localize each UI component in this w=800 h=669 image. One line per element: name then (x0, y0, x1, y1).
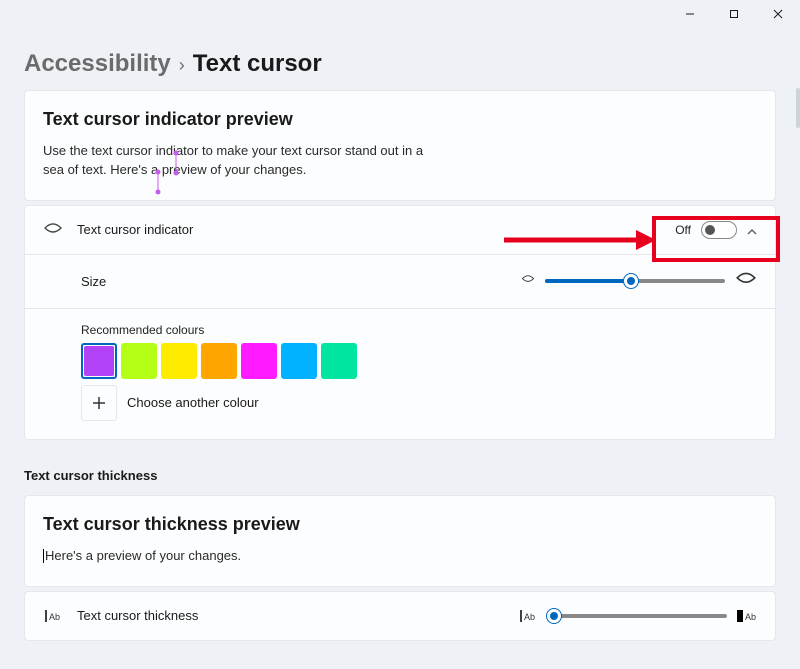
toggle-state-label: Off (675, 223, 691, 237)
cursor-indicator-row[interactable]: Text cursor indicator Off (25, 206, 775, 254)
colour-swatches (81, 343, 757, 379)
colour-swatch-yellow[interactable] (161, 343, 197, 379)
cursor-indicator-preview-card: Text cursor indicator preview Use the te… (24, 90, 776, 201)
minimize-button[interactable] (668, 0, 712, 28)
size-label: Size (81, 274, 507, 289)
colour-swatch-orange[interactable] (201, 343, 237, 379)
indicator-size-slider[interactable] (545, 279, 725, 283)
thickness-preview-text: Here's a preview of your changes. (43, 547, 443, 566)
window-controls (668, 0, 800, 28)
choose-colour-label: Choose another colour (127, 395, 259, 410)
thickness-slider[interactable] (547, 614, 727, 618)
cursor-indicator-shape-icon (43, 220, 63, 240)
cursor-indicator-label: Text cursor indicator (77, 222, 661, 237)
chevron-up-icon[interactable] (747, 225, 757, 235)
colour-swatch-blue[interactable] (281, 343, 317, 379)
thickness-thin-icon: Ab (43, 606, 63, 626)
svg-text:Ab: Ab (49, 612, 60, 622)
page-title: Text cursor (193, 50, 322, 78)
indicator-size-row: Size (25, 255, 775, 308)
cursor-indicator-expander: Text cursor indicator Off Size (24, 205, 776, 440)
thickness-row-card: Ab Text cursor thickness Ab Ab (24, 591, 776, 641)
scrollbar-thumb[interactable] (796, 88, 800, 128)
thickness-preview-heading: Text cursor thickness preview (43, 514, 757, 535)
thickness-preview-card: Text cursor thickness preview Here's a p… (24, 495, 776, 587)
preview-text: Use the text cursor indiator to make you… (43, 142, 443, 180)
breadcrumb-parent[interactable]: Accessibility (24, 50, 171, 78)
svg-text:Ab: Ab (524, 612, 535, 622)
size-large-icon (735, 269, 757, 294)
maximize-button[interactable] (712, 0, 756, 28)
thickness-label: Text cursor thickness (77, 608, 505, 623)
recommended-colours-label: Recommended colours (81, 323, 757, 337)
thickness-row[interactable]: Ab Text cursor thickness Ab Ab (25, 592, 775, 640)
chevron-right-icon: › (179, 55, 185, 76)
thin-caret-icon (43, 549, 44, 563)
thickness-section-heading: Text cursor thickness (24, 468, 776, 483)
colour-swatch-purple[interactable] (81, 343, 117, 379)
add-colour-button[interactable] (81, 385, 117, 421)
close-button[interactable] (756, 0, 800, 28)
size-small-icon (521, 273, 535, 290)
recommended-colours-block: Recommended colours Choose another colou… (25, 309, 775, 439)
colour-swatch-teal[interactable] (321, 343, 357, 379)
thickness-thin-icon: Ab (519, 609, 537, 623)
thickness-thick-icon: Ab (737, 609, 757, 623)
colour-swatch-lime[interactable] (121, 343, 157, 379)
colour-swatch-magenta[interactable] (241, 343, 277, 379)
svg-text:Ab: Ab (745, 612, 756, 622)
choose-colour-row: Choose another colour (81, 385, 757, 421)
cursor-indicator-toggle[interactable] (701, 221, 737, 239)
preview-heading: Text cursor indicator preview (43, 109, 757, 130)
